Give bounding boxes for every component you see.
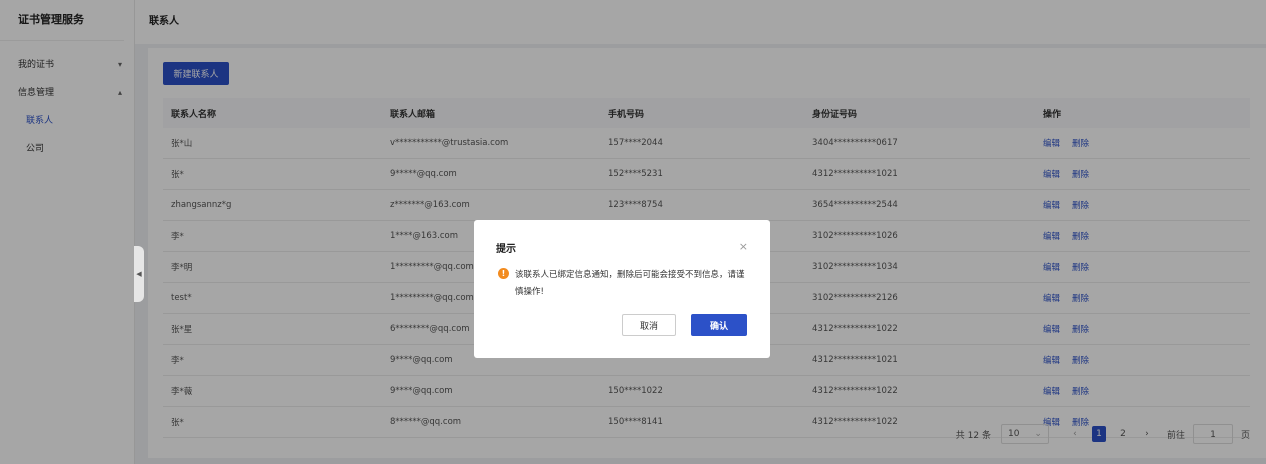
collapse-icon: ◀ <box>136 270 142 278</box>
cancel-button[interactable]: 取消 <box>622 314 676 336</box>
confirm-button[interactable]: 确认 <box>691 314 747 336</box>
dialog-title: 提示 <box>496 244 516 255</box>
warning-icon: ! <box>498 268 509 279</box>
sidebar-collapse-handle[interactable]: ◀ <box>134 246 144 302</box>
confirm-dialog: 提示 × ! 该联系人已绑定信息通知，删除后可能会接受不到信息，请谨慎操作! 取… <box>474 220 770 358</box>
close-icon[interactable]: × <box>739 240 748 253</box>
dialog-message: 该联系人已绑定信息通知，删除后可能会接受不到信息，请谨慎操作! <box>515 270 745 297</box>
